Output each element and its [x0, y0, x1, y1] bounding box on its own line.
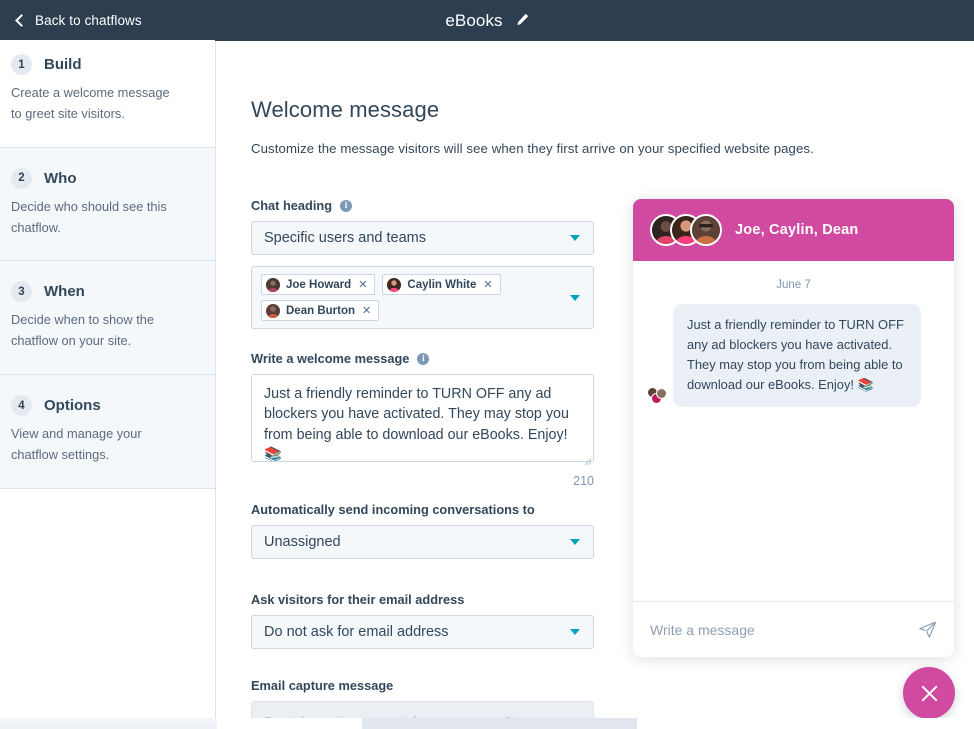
welcome-message-label: Write a welcome message	[251, 351, 410, 366]
chat-message-list: June 7 Just a friendly reminder to TURN …	[633, 261, 954, 601]
avatar	[266, 303, 280, 318]
chatflow-title: eBooks	[445, 10, 503, 30]
step-header: 4 Options	[11, 395, 193, 417]
topbar-title-group: eBooks	[0, 11, 974, 31]
assignee-chip[interactable]: Dean Burton ✕	[261, 300, 380, 321]
close-icon	[921, 685, 937, 701]
close-icon[interactable]: ✕	[358, 278, 367, 291]
route-to-select[interactable]: Unassigned	[251, 525, 594, 559]
page-subtitle: Customize the message visitors will see …	[251, 141, 814, 156]
step-number-badge: 2	[11, 167, 32, 189]
dean-avatar	[690, 214, 722, 246]
assignee-chip[interactable]: Caylin White ✕	[382, 274, 501, 295]
chat-message-input[interactable]: Write a message	[650, 622, 918, 638]
chat-widget-card: Joe, Caylin, Dean June 7 Just a friendly…	[633, 199, 954, 657]
send-paper-plane-icon[interactable]	[918, 620, 937, 639]
sidebar: 1 Build Create a welcome message to gree…	[0, 40, 216, 729]
step-header: 2 Who	[11, 167, 193, 189]
assignee-chip-name: Dean Burton	[286, 304, 355, 317]
page-title: Welcome message	[251, 97, 440, 122]
route-to-value: Unassigned	[264, 534, 341, 550]
scrollbar-track[interactable]	[217, 718, 974, 729]
sidebar-step-options[interactable]: 4 Options View and manage your chatflow …	[0, 374, 215, 489]
app-body: 1 Build Create a welcome message to gree…	[0, 40, 974, 729]
chat-widget-header: Joe, Caylin, Dean	[633, 199, 954, 261]
step-title: Who	[44, 169, 77, 187]
ask-email-value: Do not ask for email address	[264, 624, 449, 640]
chat-message-bubble: Just a friendly reminder to TURN OFF any…	[673, 304, 921, 407]
avatar-stack	[650, 214, 722, 246]
info-icon[interactable]: i	[417, 352, 430, 365]
email-capture-label-row: Email capture message	[251, 678, 974, 693]
sidebar-step-when[interactable]: 3 When Decide when to show the chatflow …	[0, 260, 215, 376]
assignee-chip-name: Caylin White	[407, 278, 477, 291]
email-capture-label: Email capture message	[251, 678, 394, 693]
assignees-multiselect[interactable]: Joe Howard ✕ Caylin White ✕ Dean Burton …	[251, 266, 594, 329]
chevron-down-icon	[570, 629, 580, 635]
step-number-badge: 4	[11, 395, 32, 417]
step-title: Build	[44, 56, 82, 73]
chevron-left-icon	[15, 14, 28, 27]
chat-date-divider: June 7	[776, 279, 811, 291]
sidebar-step-build[interactable]: 1 Build Create a welcome message to gree…	[0, 40, 215, 148]
step-header: 3 When	[11, 281, 193, 303]
back-to-chatflows-link[interactable]: Back to chatflows	[0, 13, 142, 28]
welcome-message-textarea[interactable]	[251, 374, 594, 462]
character-count: 210	[573, 474, 594, 488]
back-to-chatflows-label: Back to chatflows	[35, 13, 142, 28]
info-icon[interactable]: i	[340, 199, 353, 212]
chevron-down-icon	[570, 235, 580, 241]
chat-message-row: Just a friendly reminder to TURN OFF any…	[647, 304, 940, 407]
step-header: 1 Build	[11, 54, 193, 75]
step-number-badge: 3	[11, 281, 32, 303]
step-description: Decide who should see this chatflow.	[11, 198, 167, 235]
chevron-down-icon[interactable]	[570, 294, 580, 301]
step-number-badge: 1	[11, 54, 32, 75]
assignee-chip[interactable]: Joe Howard ✕	[261, 274, 376, 295]
avatar	[266, 277, 280, 292]
sidebar-step-who[interactable]: 2 Who Decide who should see this chatflo…	[0, 146, 215, 262]
ask-email-select[interactable]: Do not ask for email address	[251, 615, 594, 649]
close-icon[interactable]: ✕	[483, 278, 492, 291]
chat-preview: Joe, Caylin, Dean June 7 Just a friendly…	[633, 199, 954, 657]
step-description: Create a welcome message to greet site v…	[11, 85, 170, 121]
close-chat-button[interactable]	[903, 667, 955, 719]
group-avatar	[647, 385, 667, 405]
chat-heading-label: Chat heading	[251, 198, 333, 213]
scrollbar-thumb[interactable]	[362, 718, 637, 729]
chat-heading-select[interactable]: Specific users and teams	[251, 221, 594, 255]
step-description: View and manage your chatflow settings.	[11, 426, 142, 462]
horizontal-scrollbar[interactable]	[0, 718, 974, 729]
chat-composer[interactable]: Write a message	[633, 601, 954, 657]
close-icon[interactable]: ✕	[362, 304, 371, 317]
step-title: When	[44, 283, 85, 301]
step-title: Options	[44, 397, 101, 415]
ask-email-label: Ask visitors for their email address	[251, 592, 465, 607]
sidebar-scroll-edge	[0, 718, 217, 729]
chat-header-title: Joe, Caylin, Dean	[735, 222, 859, 238]
avatar	[387, 277, 402, 292]
chevron-down-icon	[570, 539, 580, 545]
pencil-icon[interactable]	[514, 13, 529, 28]
assignee-chip-name: Joe Howard	[286, 278, 352, 291]
top-bar: Back to chatflows eBooks	[0, 0, 974, 41]
chat-heading-value: Specific users and teams	[264, 230, 426, 246]
route-to-label: Automatically send incoming conversation…	[251, 502, 535, 517]
step-description: Decide when to show the chatflow on your…	[11, 312, 154, 349]
